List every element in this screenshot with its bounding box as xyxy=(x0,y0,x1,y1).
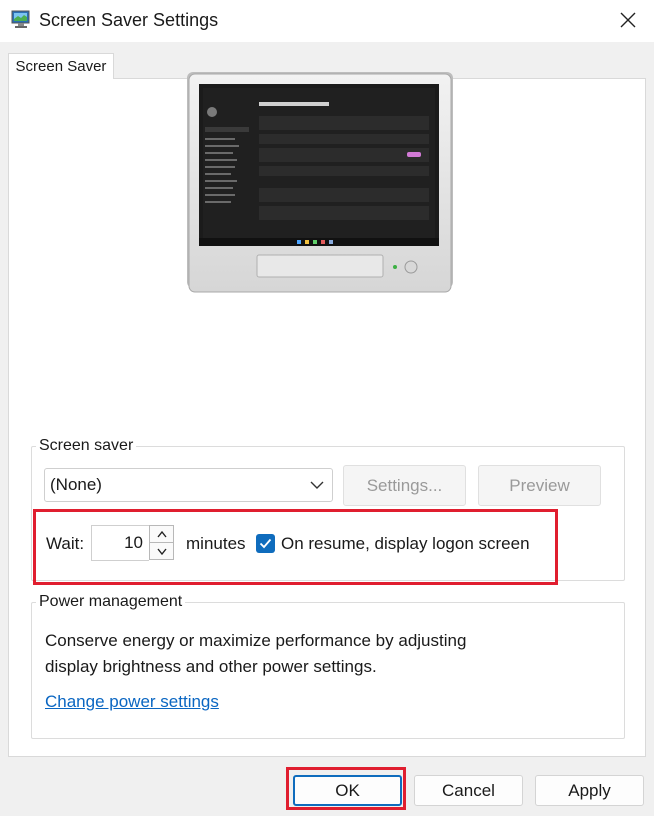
power-description: Conserve energy or maximize performance … xyxy=(45,631,467,676)
screen-saver-group-label: Screen saver xyxy=(36,437,137,455)
checkmark-icon xyxy=(259,538,272,549)
close-icon xyxy=(620,12,636,28)
power-management-group-label: Power management xyxy=(36,593,186,611)
screen-saver-selected-value: (None) xyxy=(50,475,102,494)
wait-label: Wait: xyxy=(46,534,85,553)
screen-saver-select[interactable]: (None) xyxy=(44,468,333,502)
minutes-label: minutes xyxy=(186,534,246,553)
wait-decrease-button[interactable] xyxy=(149,542,174,560)
triangle-down-icon xyxy=(156,548,167,555)
chevron-down-icon xyxy=(310,481,324,489)
window-title: Screen Saver Settings xyxy=(39,10,219,30)
wait-increase-button[interactable] xyxy=(149,525,174,543)
preview-button[interactable]: Preview xyxy=(478,465,601,506)
triangle-up-icon xyxy=(156,530,167,537)
tab-label: Screen Saver xyxy=(15,58,107,75)
settings-button[interactable]: Settings... xyxy=(343,465,466,506)
ok-button[interactable]: OK xyxy=(293,775,402,806)
title-bar: Screen Saver Settings xyxy=(0,0,654,42)
cancel-button[interactable]: Cancel xyxy=(414,775,523,806)
change-power-settings-link[interactable]: Change power settings xyxy=(45,692,219,712)
close-button[interactable] xyxy=(610,3,646,37)
wait-minutes-input[interactable]: 10 xyxy=(91,525,149,561)
screen-preview-monitor xyxy=(187,72,453,293)
resume-logon-label[interactable]: On resume, display logon screen xyxy=(281,534,530,554)
monitor-icon xyxy=(10,8,32,30)
apply-button[interactable]: Apply xyxy=(535,775,644,806)
tab-screen-saver[interactable]: Screen Saver xyxy=(8,53,114,79)
resume-logon-checkbox[interactable] xyxy=(256,534,275,553)
